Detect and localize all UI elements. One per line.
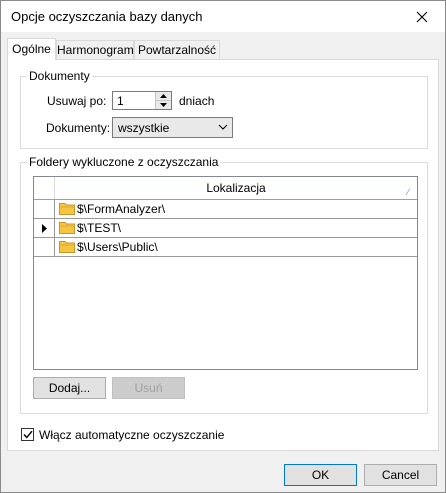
folder-icon xyxy=(59,203,75,215)
table-cell[interactable]: $\TEST\ xyxy=(55,219,417,237)
table-cell[interactable]: $\FormAnalyzer\ xyxy=(55,200,417,218)
window-title: Opcje oczyszczania bazy danych xyxy=(11,9,203,24)
tab-schedule-label: Harmonogram xyxy=(57,43,134,57)
grid-corner xyxy=(34,177,55,199)
title-bar: Opcje oczyszczania bazy danych xyxy=(1,1,445,32)
delete-after-label: Usuwaj po: xyxy=(47,94,107,108)
auto-cleanup-checkbox[interactable] xyxy=(21,428,34,441)
ok-button[interactable]: OK xyxy=(284,464,357,486)
auto-cleanup-label[interactable]: Włącz automatyczne oczyszczanie xyxy=(39,428,224,442)
add-folder-button-label: Dodaj... xyxy=(48,381,91,395)
delete-after-spinner[interactable]: 1 xyxy=(112,91,172,110)
arrow-up-icon xyxy=(160,94,167,98)
chevron-down-icon xyxy=(218,124,228,130)
tab-general[interactable]: Ogólne xyxy=(7,38,56,60)
table-row[interactable]: $\Users\Public\ xyxy=(34,238,417,257)
tab-general-label: Ogólne xyxy=(12,42,51,56)
documents-filter-value: wszystkie xyxy=(118,121,170,135)
table-cell[interactable]: $\Users\Public\ xyxy=(55,238,417,256)
ok-button-label: OK xyxy=(311,468,330,482)
excluded-folders-legend: Foldery wykluczone z oczyszczania xyxy=(29,155,219,169)
table-row[interactable]: $\TEST\ xyxy=(34,219,417,238)
documents-filter-label: Dokumenty: xyxy=(46,121,111,135)
folder-icon xyxy=(59,222,75,234)
row-selector[interactable] xyxy=(34,219,55,237)
spinner-down-button[interactable] xyxy=(156,101,171,109)
delete-after-unit: dniach xyxy=(179,94,215,108)
current-row-arrow-icon xyxy=(41,223,47,233)
close-button[interactable] xyxy=(399,1,445,32)
tab-recurrence[interactable]: Powtarzalność xyxy=(134,40,220,59)
delete-after-value: 1 xyxy=(117,94,124,108)
folder-icon xyxy=(59,241,75,253)
dialog-window: Opcje oczyszczania bazy danych Ogólne Ha… xyxy=(0,0,446,493)
row-selector[interactable] xyxy=(34,238,55,256)
remove-folder-button-label: Usuń xyxy=(134,381,163,395)
cancel-button[interactable]: Cancel xyxy=(364,464,437,486)
folder-path: $\FormAnalyzer\ xyxy=(77,202,166,216)
tab-recurrence-label: Powtarzalność xyxy=(137,43,217,57)
column-header-location[interactable]: Lokalizacja ⁄ xyxy=(55,177,417,199)
documents-filter-dropdown[interactable]: wszystkie xyxy=(112,117,233,138)
tab-schedule[interactable]: Harmonogram xyxy=(56,40,134,59)
spinner-up-button[interactable] xyxy=(156,92,171,101)
table-row[interactable]: $\FormAnalyzer\ xyxy=(34,200,417,219)
remove-folder-button[interactable]: Usuń xyxy=(112,377,185,399)
spinner-buttons xyxy=(155,92,171,109)
cancel-button-label: Cancel xyxy=(381,468,420,482)
column-header-label: Lokalizacja xyxy=(206,181,266,195)
folder-path: $\TEST\ xyxy=(77,221,122,235)
grid-header: Lokalizacja ⁄ xyxy=(34,177,417,200)
documents-group-legend: Dokumenty xyxy=(29,69,90,83)
folder-path: $\Users\Public\ xyxy=(77,240,158,254)
close-icon xyxy=(416,11,428,22)
excluded-folders-grid[interactable]: Lokalizacja ⁄ $\FormAnalyzer\ $\TEST\ $\… xyxy=(33,176,418,370)
arrow-down-icon xyxy=(160,103,167,107)
row-selector[interactable] xyxy=(34,200,55,218)
checkmark-icon xyxy=(22,430,33,439)
add-folder-button[interactable]: Dodaj... xyxy=(33,377,106,399)
